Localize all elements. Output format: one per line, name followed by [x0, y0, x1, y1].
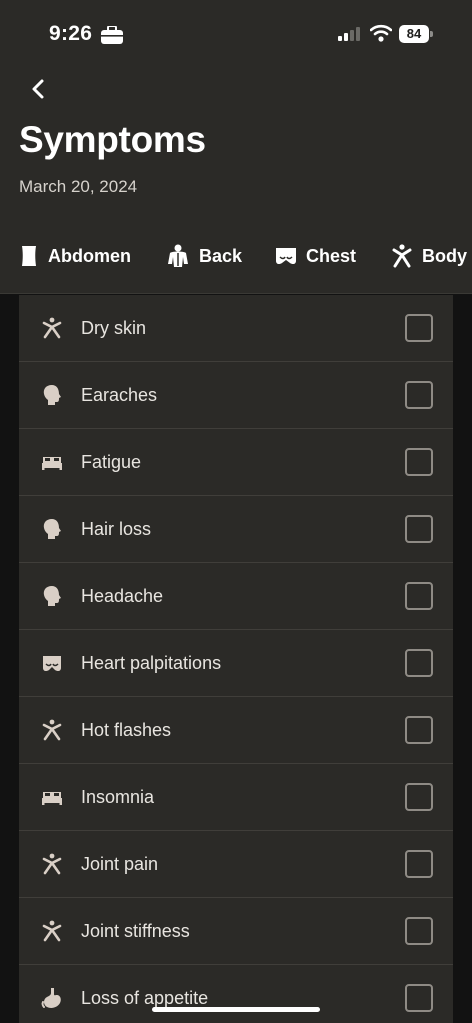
chest-icon — [43, 656, 61, 672]
symptom-checkbox[interactable] — [405, 850, 433, 878]
symptom-checkbox[interactable] — [405, 649, 433, 677]
body-icon — [392, 244, 412, 268]
battery-nub — [430, 31, 433, 37]
list-item-insomnia[interactable]: Insomnia — [19, 764, 453, 831]
stomach-icon — [41, 988, 61, 1008]
chest-icon — [276, 248, 296, 265]
status-bar: 9:26 84 — [0, 22, 472, 50]
head-icon — [43, 519, 61, 539]
symptom-checkbox[interactable] — [405, 582, 433, 610]
list-item-fatigue[interactable]: Fatigue — [19, 429, 453, 496]
symptom-label: Fatigue — [81, 452, 142, 472]
page-title: Symptoms — [19, 119, 206, 160]
tab-chest-label: Chest — [306, 245, 357, 266]
symptom-label: Hot flashes — [81, 720, 172, 740]
cellular-signal-icon — [338, 27, 360, 41]
tab-abdomen-label: Abdomen — [48, 245, 131, 266]
list-item-dry-skin[interactable]: Dry skin — [19, 295, 453, 362]
symptom-checkbox[interactable] — [405, 381, 433, 409]
list-item-loss-of-appetite[interactable]: Loss of appetite — [19, 965, 453, 1023]
tab-body-label: Body — [422, 245, 467, 266]
list-item-heart-palpitations[interactable]: Heart palpitations — [19, 630, 453, 697]
symptom-label: Hair loss — [81, 519, 152, 539]
symptom-checkbox[interactable] — [405, 783, 433, 811]
home-indicator[interactable] — [152, 1007, 320, 1012]
category-tabs: Abdomen Back Chest Body — [0, 238, 472, 274]
symptom-list: Dry skin Earaches Fatigue Hair loss Head… — [19, 295, 453, 1023]
symptom-checkbox[interactable] — [405, 917, 433, 945]
tab-abdomen[interactable]: Abdomen — [19, 238, 131, 274]
header: 9:26 84 Symptoms March 20, 2024 Abdomen … — [0, 0, 472, 294]
body-icon — [42, 719, 62, 741]
tab-back-label: Back — [199, 245, 243, 266]
symptom-checkbox[interactable] — [405, 716, 433, 744]
symptom-label: Insomnia — [81, 787, 155, 807]
symptom-checkbox[interactable] — [405, 515, 433, 543]
list-item-hair-loss[interactable]: Hair loss — [19, 496, 453, 563]
back-body-icon — [168, 244, 188, 267]
tab-chest[interactable]: Chest — [275, 238, 356, 274]
symptom-label: Dry skin — [81, 318, 147, 338]
symptom-checkbox[interactable] — [405, 448, 433, 476]
symptom-checkbox[interactable] — [405, 984, 433, 1012]
list-item-hot-flashes[interactable]: Hot flashes — [19, 697, 453, 764]
head-icon — [43, 385, 61, 405]
briefcase-icon — [101, 26, 123, 44]
symptom-label: Joint stiffness — [81, 921, 190, 941]
abdomen-icon — [22, 246, 36, 266]
tab-back[interactable]: Back — [166, 238, 242, 274]
battery-icon: 84 — [399, 25, 429, 43]
symptom-label: Earaches — [81, 385, 158, 405]
body-icon — [42, 853, 62, 875]
bed-icon — [42, 457, 62, 470]
list-item-joint-stiffness[interactable]: Joint stiffness — [19, 898, 453, 965]
wifi-icon — [370, 24, 392, 42]
tab-body[interactable]: Body — [391, 238, 467, 274]
back-chevron-icon[interactable] — [26, 76, 52, 102]
list-item-joint-pain[interactable]: Joint pain — [19, 831, 453, 898]
symptom-label: Headache — [81, 586, 164, 606]
body-icon — [42, 920, 62, 942]
list-item-earaches[interactable]: Earaches — [19, 362, 453, 429]
symptom-label: Joint pain — [81, 854, 159, 874]
list-item-headache[interactable]: Headache — [19, 563, 453, 630]
page-date: March 20, 2024 — [19, 177, 138, 196]
head-icon — [43, 586, 61, 606]
status-time: 9:26 — [49, 22, 93, 45]
symptom-checkbox[interactable] — [405, 314, 433, 342]
bed-icon — [42, 792, 62, 805]
symptom-label: Loss of appetite — [81, 988, 209, 1008]
symptom-label: Heart palpitations — [81, 653, 222, 673]
body-icon — [42, 317, 62, 339]
